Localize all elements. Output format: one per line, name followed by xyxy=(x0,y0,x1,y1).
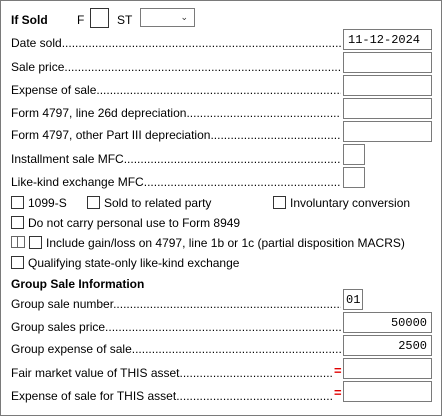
f-label: F xyxy=(77,13,85,27)
sold-related-checkbox[interactable] xyxy=(87,196,100,209)
date-sold-label: Date sold...............................… xyxy=(11,36,341,50)
group-sales-price-label-text: Group sales price xyxy=(11,320,106,334)
st-dropdown[interactable]: ⌄ xyxy=(140,8,195,27)
group-sales-price-input[interactable]: 50000 xyxy=(343,312,432,333)
form4797-26d-label-text: Form 4797, line 26d depreciation xyxy=(11,106,187,120)
section-title-group-sale: Group Sale Information xyxy=(11,277,145,291)
involuntary-checkbox[interactable] xyxy=(273,196,286,209)
st-label: ST xyxy=(117,13,133,27)
include-gain-loss-checkbox[interactable] xyxy=(29,236,42,249)
expense-of-sale-input[interactable] xyxy=(343,75,432,96)
if-sold-panel: If Sold F ST ⌄ Date sold................… xyxy=(0,0,442,416)
expense-asset-input[interactable] xyxy=(343,381,432,402)
book-icon[interactable] xyxy=(11,236,25,248)
fmv-asset-label: Fair market value of THIS asset.........… xyxy=(11,366,333,380)
form-1099s-checkbox[interactable] xyxy=(11,196,24,209)
group-expense-input[interactable]: 2500 xyxy=(343,335,432,356)
no-carry-personal-label: Do not carry personal use to Form 8949 xyxy=(28,216,241,230)
expense-asset-required-marker: = xyxy=(334,385,342,400)
group-number-label-text: Group sale number xyxy=(11,297,114,311)
sale-price-input[interactable] xyxy=(343,52,432,73)
form-1099s-label: 1099-S xyxy=(28,196,67,210)
qualifying-state-checkbox[interactable] xyxy=(11,256,24,269)
sale-price-label-text: Sale price xyxy=(11,60,65,74)
installment-mfc-input[interactable] xyxy=(343,144,365,165)
like-kind-mfc-label-text: Like-kind exchange MFC xyxy=(11,175,144,189)
installment-mfc-label-text: Installment sale MFC xyxy=(11,152,124,166)
include-gain-loss-label: Include gain/loss on 4797, line 1b or 1c… xyxy=(46,236,405,250)
date-sold-input[interactable]: 11-12-2024 xyxy=(343,29,432,50)
expense-asset-label: Expense of sale for THIS asset..........… xyxy=(11,389,333,403)
no-carry-personal-checkbox[interactable] xyxy=(11,216,24,229)
expense-asset-label-text: Expense of sale for THIS asset xyxy=(11,389,177,403)
expense-of-sale-label-text: Expense of sale xyxy=(11,83,97,97)
group-expense-label: Group expense of sale...................… xyxy=(11,342,341,356)
group-sales-price-label: Group sales price.......................… xyxy=(11,320,341,334)
f-checkbox[interactable] xyxy=(90,8,109,28)
like-kind-mfc-label: Like-kind exchange MFC..................… xyxy=(11,175,341,189)
sale-price-label: Sale price..............................… xyxy=(11,60,341,74)
group-number-input[interactable]: 01 xyxy=(343,289,363,310)
sold-related-label: Sold to related party xyxy=(104,196,212,210)
group-expense-label-text: Group expense of sale xyxy=(11,342,132,356)
qualifying-state-label: Qualifying state-only like-kind exchange xyxy=(28,256,240,270)
chevron-down-icon: ⌄ xyxy=(180,12,188,22)
form4797-other-label-text: Form 4797, other Part III depreciation xyxy=(11,128,211,142)
fmv-required-marker: = xyxy=(334,363,342,378)
like-kind-mfc-input[interactable] xyxy=(343,167,365,188)
fmv-asset-input[interactable] xyxy=(343,358,432,379)
expense-of-sale-label: Expense of sale.........................… xyxy=(11,83,341,97)
form4797-26d-label: Form 4797, line 26d depreciation........… xyxy=(11,106,341,120)
fmv-asset-label-text: Fair market value of THIS asset xyxy=(11,366,180,380)
involuntary-label: Involuntary conversion xyxy=(290,196,411,210)
installment-mfc-label: Installment sale MFC....................… xyxy=(11,152,341,166)
date-sold-label-text: Date sold xyxy=(11,36,62,50)
form4797-other-label: Form 4797, other Part III depreciation..… xyxy=(11,128,341,142)
section-title-if-sold: If Sold xyxy=(11,13,48,27)
form4797-other-input[interactable] xyxy=(343,121,432,142)
group-number-label: Group sale number.......................… xyxy=(11,297,341,311)
form4797-26d-input[interactable] xyxy=(343,98,432,119)
